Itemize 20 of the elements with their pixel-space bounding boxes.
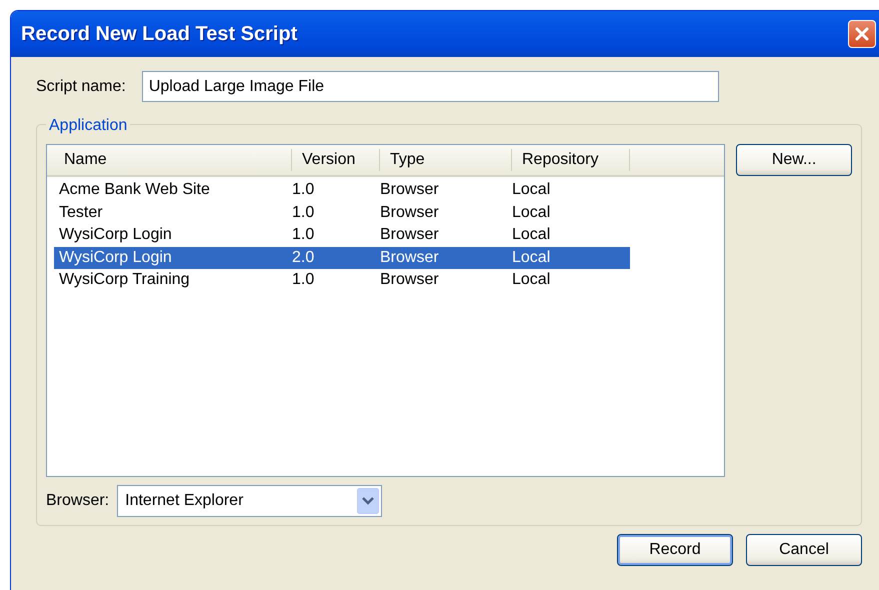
column-header[interactable]: Version (292, 149, 380, 171)
list-row[interactable]: WysiCorp Login 2.0 Browser Local (54, 246, 630, 269)
close-icon (854, 26, 870, 42)
close-button[interactable] (848, 20, 876, 48)
column-header[interactable]: Type (380, 149, 512, 171)
script-name-field[interactable]: Upload Large Image File (142, 71, 719, 102)
application-list[interactable]: Name Version Type Repository Acme Bank Web Site 1.0 Browser Local Tester 1.0 Browser Local WysiCorp Login 1.0 Browser Local WysiCorp Login 2.0 Browser Local WysiCorp Training 1.0 Browser Local (46, 144, 726, 477)
list-row[interactable]: Acme Bank Web Site 1.0 Browser Local (54, 179, 630, 202)
window-title: Record New Load Test Script (21, 22, 298, 47)
dialog-button[interactable]: Record (617, 534, 733, 566)
column-header[interactable]: Name (54, 149, 292, 171)
script-name-label: Script name: (36, 76, 126, 96)
list-row[interactable]: WysiCorp Login 1.0 Browser Local (54, 224, 630, 246)
browser-dropdown[interactable]: Internet Explorer (117, 485, 382, 517)
list-row[interactable]: Tester 1.0 Browser Local (54, 202, 630, 224)
list-row[interactable]: WysiCorp Training 1.0 Browser Local (54, 269, 630, 292)
column-header[interactable]: Repository (512, 149, 630, 171)
browser-label: Browser: (46, 491, 110, 511)
dialog-button[interactable]: Cancel (746, 534, 862, 566)
new-button[interactable]: New... (736, 144, 852, 176)
